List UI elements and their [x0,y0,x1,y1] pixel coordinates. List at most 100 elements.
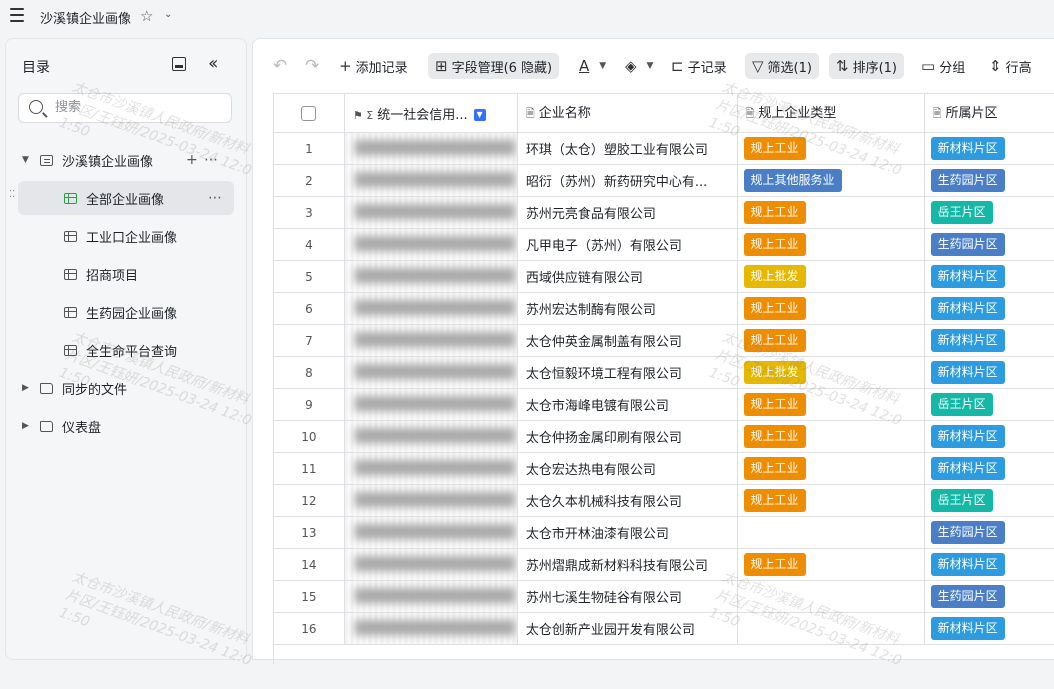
area-cell[interactable]: 新材料片区 [924,356,1054,389]
filter-button[interactable]: ▽ 筛选(1) [745,53,819,79]
credit-code-cell[interactable]: ████████████████ [344,548,518,581]
area-cell[interactable]: 新材料片区 [924,324,1054,357]
sidebar-item[interactable]: 全部企业画像 ⋯ [18,181,234,215]
group-button[interactable]: ▭ 分组 [921,53,965,79]
company-type-cell[interactable]: 规上工业 [737,132,925,165]
company-name-cell[interactable]: 昭衍（苏州）新药研究中心有... [517,164,738,197]
company-name-cell[interactable]: 太仓仲扬金属印刷有限公司 [517,420,738,453]
company-name-cell[interactable]: 苏州元亮食品有限公司 [517,196,738,229]
company-name-cell[interactable]: 太仓市海峰电镀有限公司 [517,388,738,421]
company-name-cell[interactable]: 苏州七溪生物硅谷有限公司 [517,580,738,613]
add-icon[interactable]: + ⋯ [186,152,219,168]
credit-code-cell[interactable]: ████████████████ [344,356,518,389]
table-row[interactable]: 5 ████████████████ 西域供应链有限公司 规上批发 新材料片区 [274,260,1054,293]
company-type-cell[interactable]: 规上其他服务业 [737,164,925,197]
company-name-cell[interactable]: 苏州熠鼎成新材料科技有限公司 [517,548,738,581]
column-header-company-name[interactable]: 🗎 企业名称 [517,94,738,133]
sidebar-item[interactable]: 招商项目 [6,257,246,291]
credit-code-cell[interactable]: ████████████████ [344,324,518,357]
table-row[interactable]: 10 ████████████████ 太仓仲扬金属印刷有限公司 规上工业 新材料片区 [274,420,1054,453]
table-row[interactable]: 3 ████████████████ 苏州元亮食品有限公司 规上工业 岳王片区 [274,196,1054,229]
table-row[interactable]: 16 ████████████████ 太仓创新产业园开发有限公司 新材料片区 [274,612,1054,645]
company-name-cell[interactable]: 太仓仲英金属制盖有限公司 [517,324,738,357]
sidebar-item[interactable]: 工业口企业画像 [6,219,246,253]
area-cell[interactable]: 生药园片区 [924,580,1054,613]
company-type-cell[interactable]: 规上批发 [737,356,925,389]
credit-code-cell[interactable]: ████████████████ [344,132,518,165]
area-cell[interactable]: 新材料片区 [924,292,1054,325]
area-cell[interactable]: 新材料片区 [924,612,1054,645]
company-name-cell[interactable]: 太仓久本机械科技有限公司 [517,484,738,517]
more-icon[interactable]: ⋯ [208,190,223,206]
company-name-cell[interactable]: 凡甲电子（苏州）有限公司 [517,228,738,261]
column-header-credit-code[interactable]: ⚑ Σ 统一社会信用... ▼ [344,94,518,133]
company-type-cell[interactable]: 规上工业 [737,484,925,517]
company-type-cell[interactable]: 规上工业 [737,228,925,261]
add-record-button[interactable]: + 添加记录 [339,53,408,79]
table-row[interactable]: 14 ████████████████ 苏州熠鼎成新材料科技有限公司 规上工业 新材料片… [274,548,1054,581]
credit-code-cell[interactable]: ████████████████ [344,164,518,197]
collapse-sidebar-icon[interactable]: ‹‹ [208,53,219,74]
credit-code-cell[interactable]: ████████████████ [344,196,518,229]
company-type-cell[interactable]: 规上工业 [737,548,925,581]
table-row[interactable]: 11 ████████████████ 太仓宏达热电有限公司 规上工业 新材料片区 [274,452,1054,485]
sidebar-item[interactable]: 全生命平台查询 [6,333,246,367]
drag-handle-icon[interactable]: ⁚⁚ [9,190,15,200]
table-row[interactable]: 6 ████████████████ 苏州宏达制酶有限公司 规上工业 新材料片区 [274,292,1054,325]
area-cell[interactable]: 生药园片区 [924,228,1054,261]
text-color-button[interactable]: A ▼ [579,53,606,79]
column-header-company-type[interactable]: 🗎 规上企业类型 [737,94,925,133]
caret-down-icon[interactable]: ▼ [22,155,29,165]
sidebar-item[interactable]: ▼ 沙溪镇企业画像 + ⋯ [6,143,246,177]
company-type-cell[interactable]: 规上工业 [737,452,925,485]
table-row[interactable]: 12 ████████████████ 太仓久本机械科技有限公司 规上工业 岳王片区 [274,484,1054,517]
company-type-cell[interactable]: 规上工业 [737,196,925,229]
field-manage-button[interactable]: ⊞ 字段管理(6 隐藏) [428,53,560,79]
menu-icon[interactable] [10,8,24,22]
table-row[interactable]: 13 ████████████████ 太仓市开林油漆有限公司 生药园片区 [274,516,1054,549]
credit-code-cell[interactable]: ████████████████ [344,228,518,261]
table-row[interactable]: 15 ████████████████ 苏州七溪生物硅谷有限公司 生药园片区 [274,580,1054,613]
area-cell[interactable]: 生药园片区 [924,516,1054,549]
sidebar-item[interactable]: ▶ 仪表盘 [6,409,246,443]
company-name-cell[interactable]: 太仓宏达热电有限公司 [517,452,738,485]
area-cell[interactable]: 新材料片区 [924,548,1054,581]
fill-color-button[interactable]: ◈ ▼ [625,53,653,79]
area-cell[interactable]: 岳王片区 [924,388,1054,421]
table-row[interactable]: 2 ████████████████ 昭衍（苏州）新药研究中心有... 规上其他服务业… [274,164,1054,197]
credit-code-cell[interactable]: ████████████████ [344,612,518,645]
area-cell[interactable]: 新材料片区 [924,260,1054,293]
chevron-down-icon[interactable]: ⌄ [164,9,172,20]
area-cell[interactable]: 新材料片区 [924,420,1054,453]
credit-code-cell[interactable]: ████████████████ [344,420,518,453]
company-name-cell[interactable]: 西域供应链有限公司 [517,260,738,293]
area-cell[interactable]: 新材料片区 [924,132,1054,165]
company-name-cell[interactable]: 太仓市开林油漆有限公司 [517,516,738,549]
company-name-cell[interactable]: 太仓恒毅环境工程有限公司 [517,356,738,389]
table-row[interactable]: 9 ████████████████ 太仓市海峰电镀有限公司 规上工业 岳王片区 [274,388,1054,421]
company-type-cell[interactable]: 规上批发 [737,260,925,293]
table-row[interactable]: 7 ████████████████ 太仓仲英金属制盖有限公司 规上工业 新材料片区 [274,324,1054,357]
area-cell[interactable]: 新材料片区 [924,452,1054,485]
caret-right-icon[interactable]: ▶ [22,421,29,431]
undo-button[interactable]: ↶ [273,53,287,79]
company-name-cell[interactable]: 太仓创新产业园开发有限公司 [517,612,738,645]
area-cell[interactable]: 生药园片区 [924,164,1054,197]
area-cell[interactable]: 岳王片区 [924,196,1054,229]
sort-button[interactable]: ⇅ 排序(1) [829,53,904,79]
sidebar-item[interactable]: 生药园企业画像 [6,295,246,329]
select-all-cell[interactable] [274,94,345,133]
table-row[interactable]: 1 ████████████████ 环琪（太仓）塑胶工业有限公司 规上工业 新材料片区 [274,132,1054,165]
credit-code-cell[interactable]: ████████████████ [344,260,518,293]
search-box[interactable] [18,93,232,123]
company-type-cell[interactable]: 规上工业 [737,388,925,421]
company-name-cell[interactable]: 环琪（太仓）塑胶工业有限公司 [517,132,738,165]
credit-code-cell[interactable]: ████████████████ [344,580,518,613]
company-name-cell[interactable]: 苏州宏达制酶有限公司 [517,292,738,325]
sidebar-item[interactable]: ▶ 同步的文件 [6,371,246,405]
credit-code-cell[interactable]: ████████████████ [344,388,518,421]
company-type-cell[interactable]: 规上工业 [737,292,925,325]
table-row[interactable]: 4 ████████████████ 凡甲电子（苏州）有限公司 规上工业 生药园片区 [274,228,1054,261]
area-cell[interactable]: 岳王片区 [924,484,1054,517]
credit-code-cell[interactable]: ████████████████ [344,484,518,517]
